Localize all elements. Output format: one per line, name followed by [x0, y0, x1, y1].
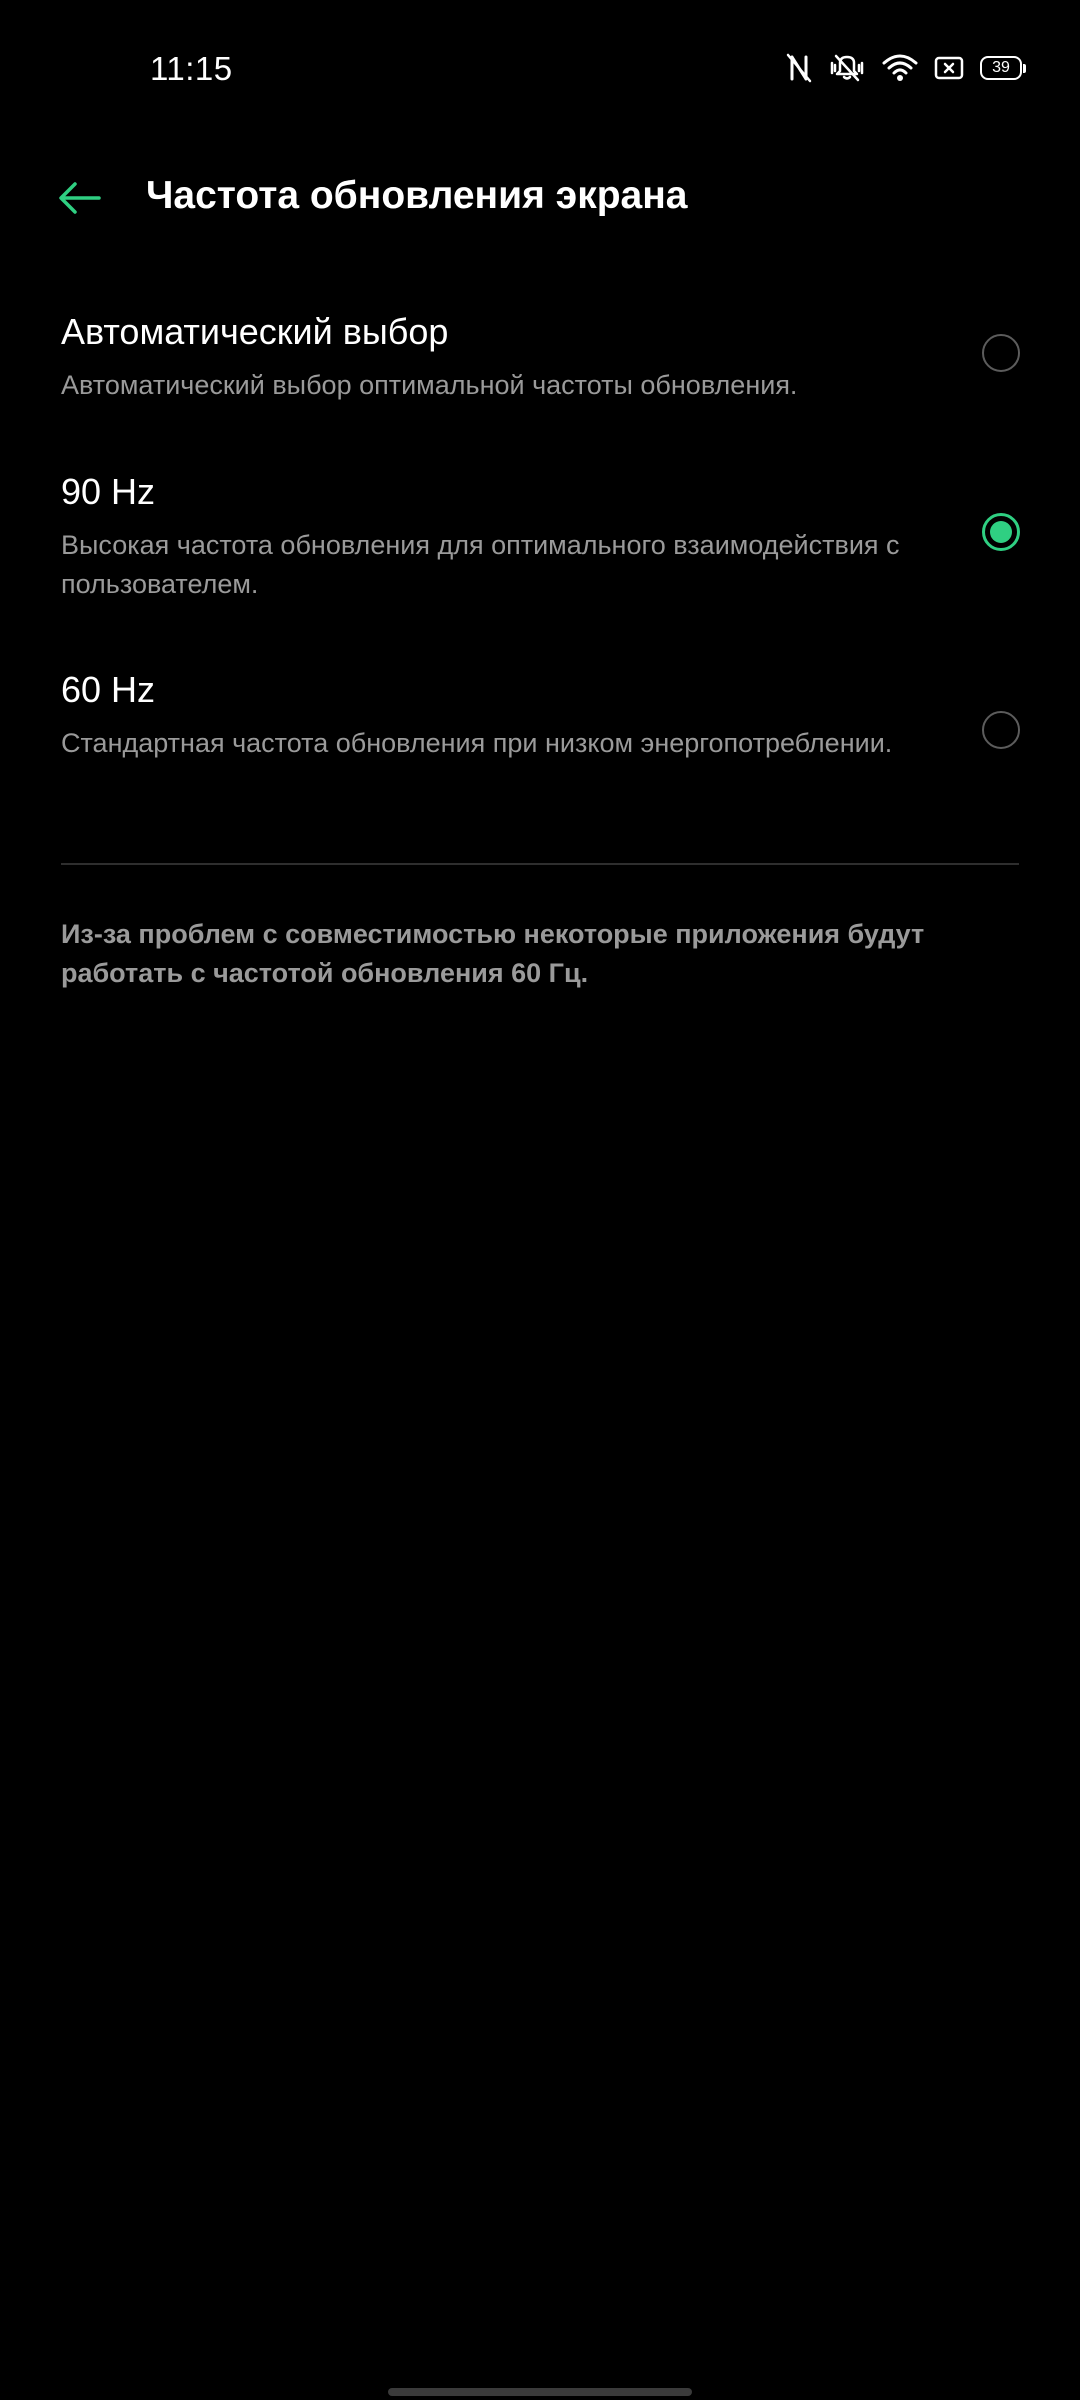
option-auto[interactable]: Автоматический выбор Автоматический выбо… — [0, 300, 1080, 420]
compatibility-note: Из-за проблем с совместимостью некоторые… — [61, 919, 925, 988]
back-button[interactable] — [50, 170, 110, 230]
option-60hz[interactable]: 60 Hz Стандартная частота обновления при… — [0, 658, 1080, 818]
option-title: Автоматический выбор — [61, 311, 449, 352]
option-description: Высокая частота обновления для оптимальн… — [61, 530, 900, 599]
sim-icon — [934, 55, 964, 81]
option-90hz[interactable]: 90 Hz Высокая частота обновления для опт… — [0, 460, 1080, 620]
status-bar: 11:15 39 — [0, 0, 1080, 140]
arrow-left-icon — [57, 180, 103, 221]
page-title: Частота обновления экрана — [146, 174, 688, 217]
home-indicator[interactable] — [388, 2388, 692, 2396]
radio-button-90hz[interactable] — [982, 513, 1020, 551]
divider — [61, 863, 1019, 865]
status-icons: 39 — [786, 50, 1026, 86]
option-description: Автоматический выбор оптимальной частоты… — [61, 370, 798, 400]
nfc-icon — [786, 53, 812, 83]
radio-button-60hz[interactable] — [982, 711, 1020, 749]
battery-icon: 39 — [980, 56, 1026, 80]
option-title: 60 Hz — [61, 669, 156, 710]
option-title: 90 Hz — [61, 471, 156, 512]
wifi-icon — [882, 53, 918, 83]
status-time: 11:15 — [150, 50, 233, 87]
radio-button-auto[interactable] — [982, 334, 1020, 372]
app-header: Частота обновления экрана — [0, 150, 1080, 250]
vibrate-icon — [828, 53, 866, 83]
option-description: Стандартная частота обновления при низко… — [61, 728, 893, 758]
